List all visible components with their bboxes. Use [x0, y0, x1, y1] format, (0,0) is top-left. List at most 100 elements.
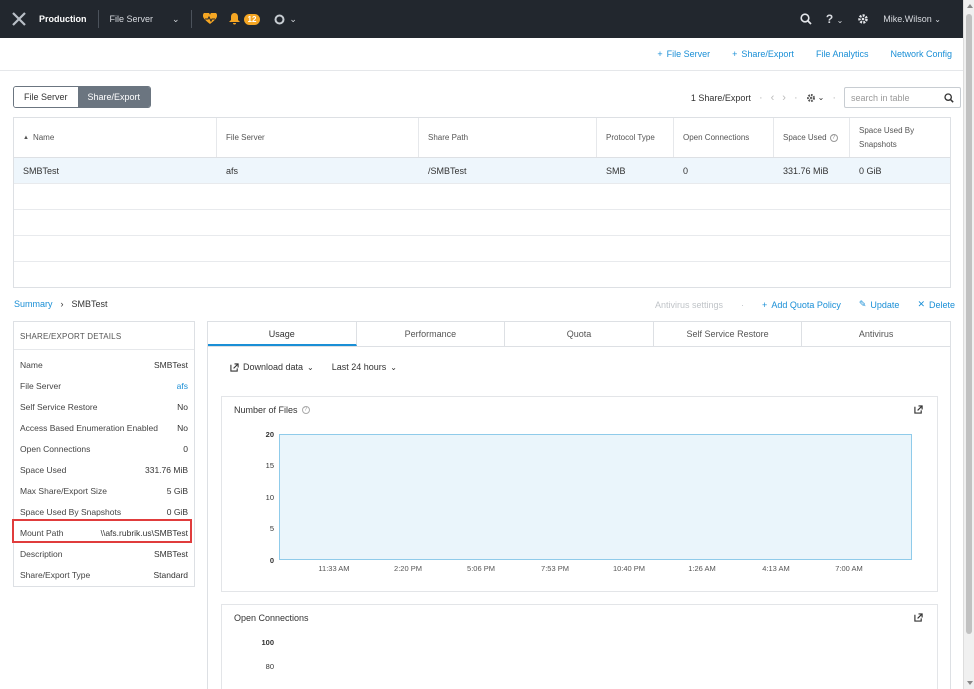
x-tick: 1:26 AM [688, 564, 716, 573]
empty-row [14, 184, 950, 210]
x-tick: 10:40 PM [612, 564, 646, 573]
health-heart-icon [202, 13, 217, 24]
tasks-button[interactable]: ⌄ [274, 14, 297, 25]
delete-link[interactable]: ✕ Delete [917, 299, 955, 310]
column-header-share-path[interactable]: Share Path [419, 118, 597, 157]
toggle-share-export[interactable]: Share/Export [77, 87, 151, 107]
column-header-space-used[interactable]: Space Used? [774, 118, 850, 157]
tab-antivirus[interactable]: Antivirus [802, 322, 950, 346]
scrollbar-thumb[interactable] [966, 14, 972, 634]
detail-row-type: Share/Export Type Standard [14, 564, 194, 585]
plus-icon: + [732, 49, 738, 59]
column-header-name[interactable]: ▲ Name [14, 118, 217, 157]
cluster-name[interactable]: Production [39, 14, 87, 24]
table-settings-button[interactable]: ⌄ [806, 93, 824, 103]
search-icon[interactable] [800, 13, 812, 25]
antivirus-settings-link[interactable]: Antivirus settings [655, 300, 723, 310]
detail-key: Description [20, 548, 63, 559]
cell-name: SMBTest [23, 165, 60, 176]
tab-quota[interactable]: Quota [505, 322, 654, 346]
entity-menu[interactable]: File Server ⌄ [110, 14, 180, 25]
user-name: Mike.Wilson [883, 14, 932, 24]
time-range-select[interactable]: Last 24 hours ⌄ [332, 362, 397, 372]
breadcrumb-current: SMBTest [71, 299, 108, 309]
help-icon[interactable]: ? ⌄ [826, 12, 843, 26]
detail-row-name: Name SMBTest [14, 354, 194, 375]
chart-plot-area [279, 434, 912, 560]
toggle-file-server[interactable]: File Server [14, 87, 78, 107]
delete-label: Delete [928, 299, 955, 310]
user-menu[interactable]: Mike.Wilson ⌄ [883, 14, 941, 24]
breadcrumb-summary[interactable]: Summary [14, 299, 53, 309]
file-analytics-link[interactable]: File Analytics [816, 49, 869, 59]
nutanix-logo-icon[interactable] [0, 0, 38, 38]
add-quota-policy-label: Add Quota Policy [771, 299, 841, 310]
search-icon[interactable] [944, 92, 954, 103]
alert-count-badge: 12 [243, 13, 261, 25]
detail-row-description: Description SMBTest [14, 543, 194, 564]
column-header-file-server[interactable]: File Server [217, 118, 419, 157]
search-input[interactable] [851, 92, 941, 103]
plus-icon: + [657, 49, 663, 59]
add-quota-policy-link[interactable]: + Add Quota Policy [762, 300, 841, 310]
gear-icon [806, 93, 815, 102]
pencil-icon: ✎ [858, 299, 867, 309]
tab-self-service-restore[interactable]: Self Service Restore [654, 322, 803, 346]
scroll-up-icon[interactable] [967, 4, 973, 8]
chevron-right-icon[interactable]: › [782, 92, 786, 104]
network-config-link[interactable]: Network Config [890, 49, 952, 59]
cell-space-used-snapshots: 0 GiB [859, 165, 882, 176]
download-data-button[interactable]: Download data ⌄ [230, 362, 314, 372]
gear-icon[interactable] [857, 13, 869, 25]
detail-value: 0 [183, 443, 188, 454]
detail-row-max-size: Max Share/Export Size 5 GiB [14, 480, 194, 501]
add-file-server-label: File Server [666, 49, 711, 59]
alerts-button[interactable]: 12 [228, 13, 261, 25]
detail-value: 5 GiB [166, 485, 188, 496]
detail-key: Space Used [20, 464, 67, 475]
y-tick: 80 [265, 662, 274, 671]
y-tick: 10 [265, 493, 274, 502]
y-tick: 100 [261, 638, 274, 647]
scroll-down-icon[interactable] [967, 681, 973, 685]
expand-chart-icon[interactable] [914, 405, 923, 414]
table-header: ▲ Name File Server Share Path Protocol Ty… [14, 118, 950, 158]
detail-row-self-service-restore: Self Service Restore No [14, 396, 194, 417]
x-tick: 7:00 AM [835, 564, 863, 573]
circle-status-icon [274, 14, 285, 24]
column-header-open-connections[interactable]: Open Connections [674, 118, 774, 157]
chevron-left-icon[interactable]: ‹ [771, 92, 775, 104]
tab-performance[interactable]: Performance [357, 322, 506, 346]
detail-tabs: Usage Performance Quota Self Service Res… [207, 321, 951, 347]
detail-key: Self Service Restore [20, 401, 98, 412]
detail-row-open-connections: Open Connections 0 [14, 438, 194, 459]
column-header-space-used-snapshots[interactable]: Space Used By Snapshots [850, 118, 950, 157]
detail-value: SMBTest [153, 548, 188, 559]
add-file-server-link[interactable]: + File Server [657, 49, 710, 59]
table-row[interactable]: SMBTest afs /SMBTest SMB 0 331.76 MiB 0 … [14, 158, 950, 184]
file-server-link[interactable]: afs [177, 381, 188, 391]
view-toggle: File Server Share/Export [13, 86, 152, 108]
update-link[interactable]: ✎ Update [859, 299, 900, 310]
chevron-down-icon: ⌄ [171, 13, 180, 24]
detail-value: No [177, 422, 188, 433]
x-tick: 11:33 AM [318, 564, 350, 573]
cell-open-connections: 0 [683, 165, 689, 176]
divider [190, 10, 192, 28]
number-of-files-card: Number of Files ? 20 15 10 5 0 11:33 AM … [221, 396, 938, 592]
chart-title-label: Number of Files [234, 405, 298, 415]
page-actions: + File Server + Share/Export File Analytic… [657, 49, 952, 59]
tab-usage[interactable]: Usage [208, 322, 357, 346]
empty-row [14, 236, 950, 262]
column-header-label: Name [32, 132, 55, 142]
column-header-protocol-type[interactable]: Protocol Type [597, 118, 674, 157]
chevron-down-icon: ⌄ [390, 362, 397, 372]
detail-key: Space Used By Snapshots [20, 506, 122, 517]
health-button[interactable] [202, 13, 217, 25]
expand-chart-icon[interactable] [914, 613, 923, 622]
sort-up-icon: ▲ [23, 134, 29, 141]
breadcrumb: Summary › SMBTest [14, 299, 108, 309]
add-share-export-link[interactable]: + Share/Export [732, 49, 794, 59]
help-circle-icon: ? [301, 406, 310, 414]
vertical-scrollbar[interactable] [963, 0, 974, 689]
